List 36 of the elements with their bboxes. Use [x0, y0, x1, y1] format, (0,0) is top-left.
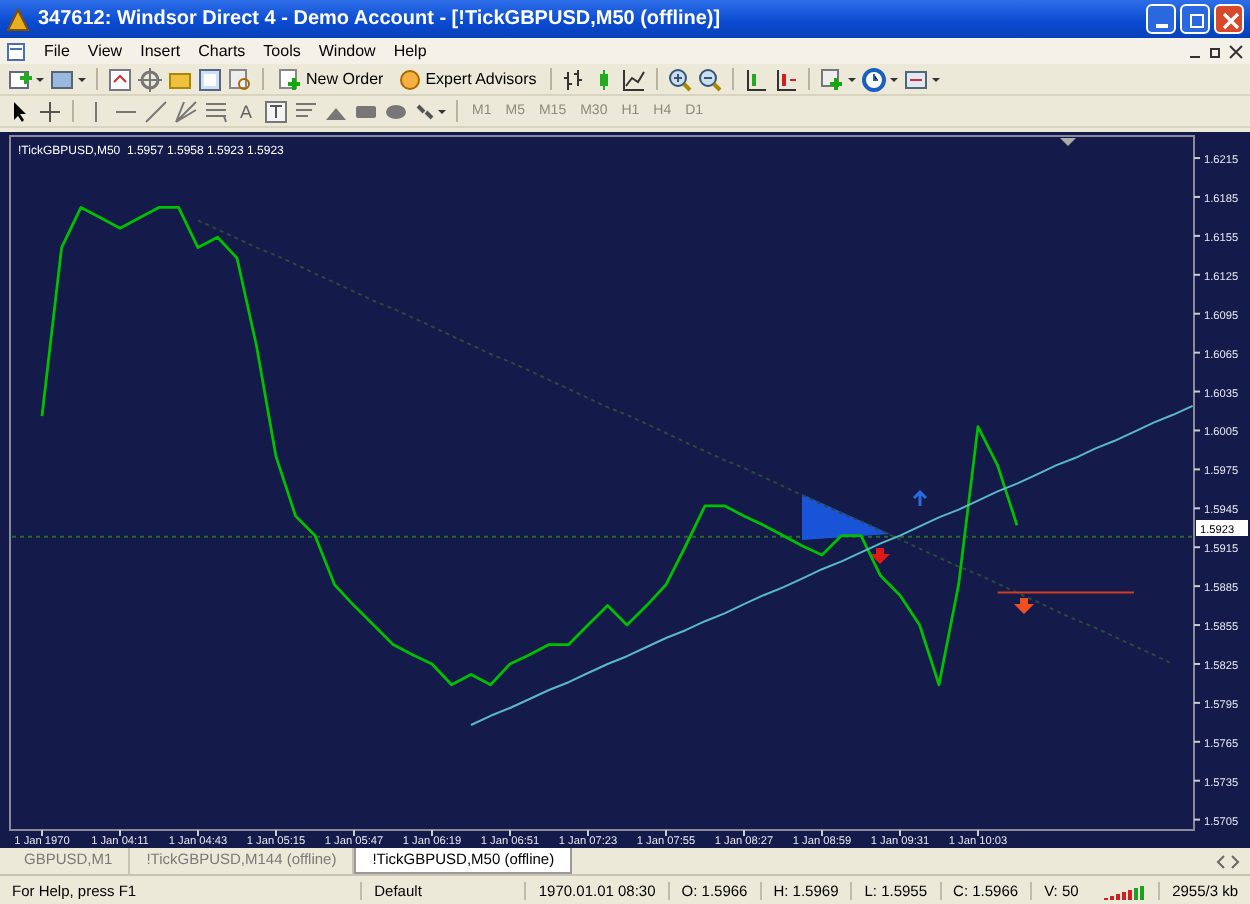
line-chart-icon[interactable] [622, 67, 647, 91]
menu-item[interactable]: Insert [140, 42, 181, 60]
down-arrow-icon [1014, 598, 1034, 614]
restore-icon[interactable] [1208, 43, 1224, 59]
menu-item[interactable]: View [87, 42, 123, 60]
zoom-in-icon[interactable] [668, 67, 693, 91]
window-title: 347612: Windsor Direct 4 - Demo Account - [!TickGBPUSD,M50 (offline)] [38, 8, 721, 30]
down-arrow-icon [870, 548, 890, 564]
clock-icon[interactable] [862, 67, 899, 91]
trend-line-icon[interactable] [144, 99, 168, 123]
menu-item[interactable]: Charts [198, 42, 246, 60]
menu-item[interactable]: Tools [263, 42, 301, 60]
scroll-arrows-icon[interactable] [1214, 853, 1242, 869]
close-icon[interactable] [1228, 43, 1244, 59]
minimize-icon[interactable] [1146, 4, 1176, 34]
up-arrow-icon [912, 489, 928, 508]
new-order-button[interactable]: New Order [274, 67, 388, 91]
document-plus-icon [278, 67, 302, 91]
text-tool[interactable]: A [234, 101, 258, 121]
label-icon[interactable] [264, 99, 288, 123]
coin-icon [397, 67, 422, 91]
menu-item[interactable]: Help [393, 42, 427, 60]
new-chart-icon[interactable] [8, 67, 44, 91]
zoom-out-icon[interactable] [698, 67, 723, 91]
app-icon [6, 7, 30, 31]
triangle-shape [802, 494, 890, 540]
maximize-icon[interactable] [1180, 4, 1210, 34]
document-icon [6, 41, 26, 61]
bar-chart-icon[interactable] [562, 67, 587, 91]
menu-item[interactable]: Window [318, 42, 376, 60]
folder-icon[interactable] [168, 67, 192, 91]
cursor-icon[interactable] [8, 99, 32, 123]
menu-item[interactable]: File [44, 42, 70, 60]
crosshair-icon[interactable] [38, 99, 62, 123]
expert-advisors-button[interactable]: Expert Advisors [393, 67, 541, 91]
ellipse-icon[interactable] [384, 99, 408, 123]
